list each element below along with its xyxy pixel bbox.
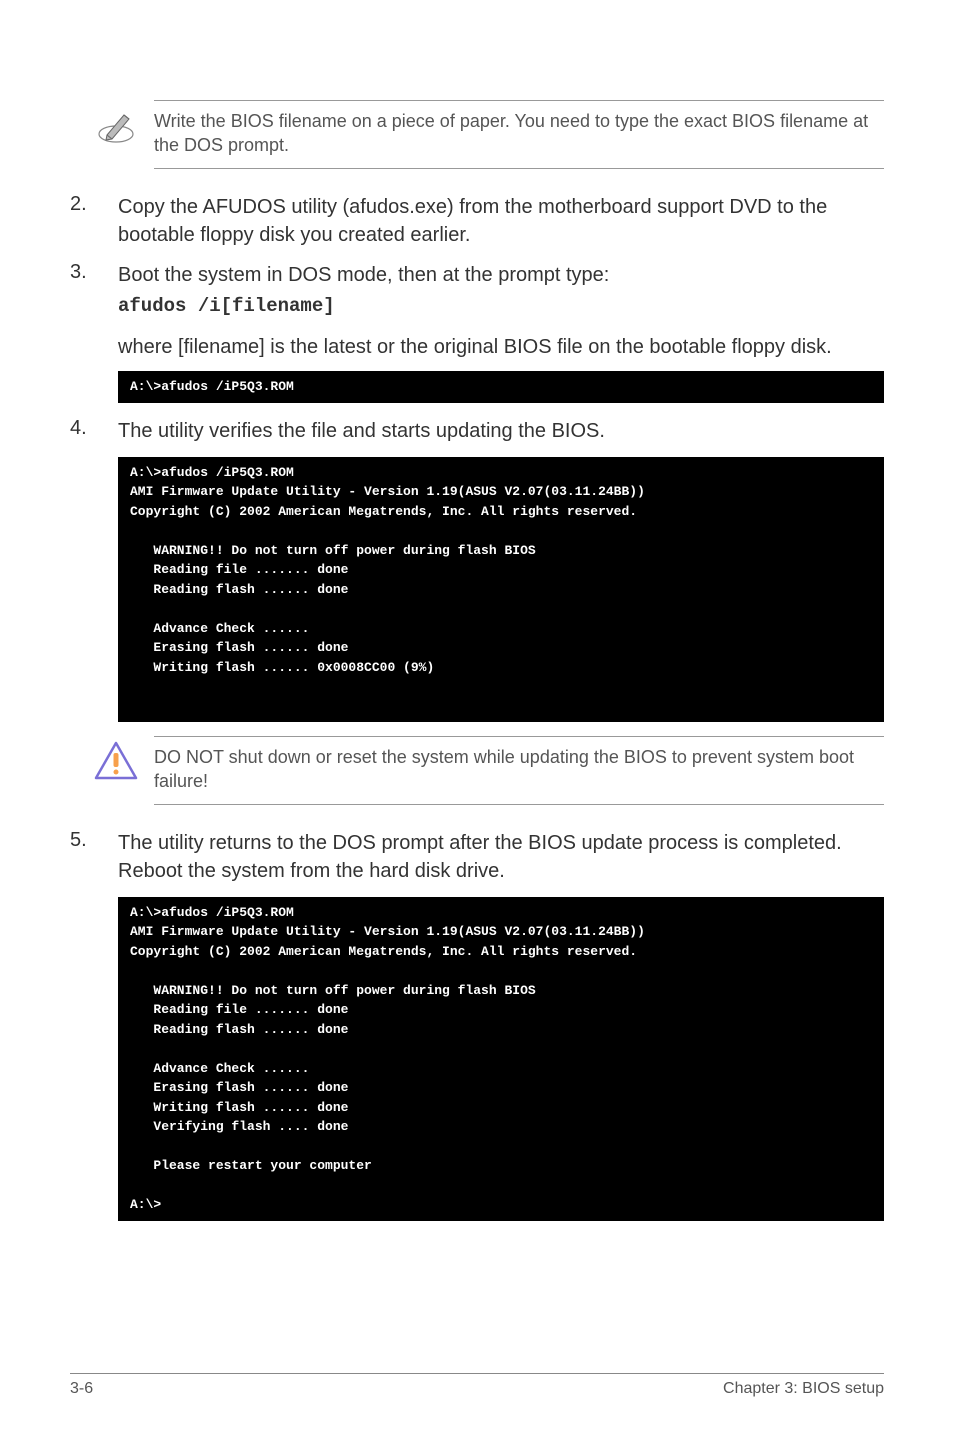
note-text: Write the BIOS filename on a piece of pa…	[154, 100, 884, 169]
step-number: 5.	[70, 829, 118, 885]
pencil-icon	[88, 100, 144, 148]
step-body: Boot the system in DOS mode, then at the…	[118, 261, 884, 320]
step-body: The utility verifies the file and starts…	[118, 417, 884, 445]
warning-block: DO NOT shut down or reset the system whi…	[88, 736, 884, 805]
step-number: 3.	[70, 261, 118, 320]
terminal-output-3: A:\>afudos /iP5Q3.ROM AMI Firmware Updat…	[118, 897, 884, 1221]
note-block: Write the BIOS filename on a piece of pa…	[88, 100, 884, 169]
step-number: 4.	[70, 417, 118, 445]
terminal-output-2: A:\>afudos /iP5Q3.ROM AMI Firmware Updat…	[118, 457, 884, 723]
warning-text: DO NOT shut down or reset the system whi…	[154, 736, 884, 805]
warning-icon	[88, 736, 144, 782]
step-body: Copy the AFUDOS utility (afudos.exe) fro…	[118, 193, 884, 249]
step-2: 2. Copy the AFUDOS utility (afudos.exe) …	[70, 193, 884, 249]
terminal-output-1: A:\>afudos /iP5Q3.ROM	[118, 371, 884, 403]
page-footer: 3-6 Chapter 3: BIOS setup	[70, 1373, 884, 1398]
step-text: Boot the system in DOS mode, then at the…	[118, 264, 609, 286]
code-command: afudos /i[filename]	[118, 293, 884, 320]
step-number: 2.	[70, 193, 118, 249]
step-4: 4. The utility verifies the file and sta…	[70, 417, 884, 445]
step-3-paragraph: where [filename] is the latest or the or…	[118, 333, 884, 361]
page-number: 3-6	[70, 1380, 93, 1398]
step-3: 3. Boot the system in DOS mode, then at …	[70, 261, 884, 320]
chapter-title: Chapter 3: BIOS setup	[723, 1380, 884, 1398]
step-5: 5. The utility returns to the DOS prompt…	[70, 829, 884, 885]
step-body: The utility returns to the DOS prompt af…	[118, 829, 884, 885]
